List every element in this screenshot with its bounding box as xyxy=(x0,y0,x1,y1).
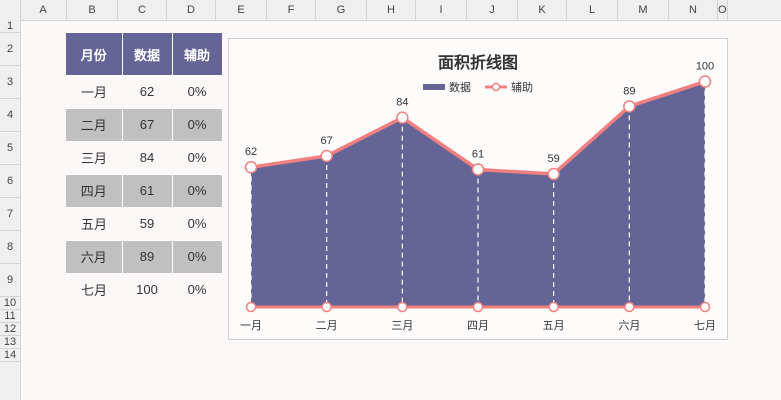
table-row: 六月 89 0% xyxy=(66,239,223,273)
x-tick-label: 三月 xyxy=(391,320,413,332)
column-header-a[interactable]: A xyxy=(20,0,67,20)
column-header-m[interactable]: M xyxy=(618,0,669,20)
column-header-n[interactable]: N xyxy=(669,0,718,20)
table-cell[interactable]: 100 xyxy=(122,273,172,306)
table-cell[interactable]: 67 xyxy=(122,107,173,141)
x-tick-label: 六月 xyxy=(618,319,640,332)
row-header-9[interactable]: 9 xyxy=(0,264,20,297)
table-cell[interactable]: 0% xyxy=(172,273,222,306)
data-label: 84 xyxy=(396,97,408,109)
table-row: 四月 61 0% xyxy=(66,173,223,207)
data-label: 100 xyxy=(696,61,714,73)
helper-point-marker xyxy=(321,301,332,313)
data-point-marker xyxy=(623,100,636,113)
row-header-12[interactable]: 12 xyxy=(0,323,20,336)
row-header-7[interactable]: 7 xyxy=(0,198,20,231)
table-cell[interactable]: 五月 xyxy=(66,207,122,240)
table-row: 七月 100 0% xyxy=(66,273,222,306)
data-label: 89 xyxy=(623,85,635,97)
table-cell[interactable]: 0% xyxy=(172,239,223,273)
row-header-6[interactable]: 6 xyxy=(0,165,20,198)
data-point-marker xyxy=(698,75,712,88)
helper-point-marker xyxy=(548,301,559,313)
column-header-h[interactable]: H xyxy=(367,0,416,20)
column-header-l[interactable]: L xyxy=(567,0,618,20)
helper-point-marker xyxy=(245,301,257,313)
column-header-e[interactable]: E xyxy=(216,0,267,20)
table-header-cell[interactable]: 辅助 xyxy=(172,33,223,75)
data-label: 62 xyxy=(245,146,257,158)
x-tick-label: 一月 xyxy=(240,320,262,332)
data-label: 59 xyxy=(548,153,560,165)
table-cell[interactable]: 59 xyxy=(122,207,172,240)
helper-point-marker xyxy=(624,301,635,313)
data-label: 67 xyxy=(321,135,333,147)
table-cell[interactable]: 六月 xyxy=(66,239,123,273)
column-header-c[interactable]: C xyxy=(118,0,167,20)
table-row: 五月 59 0% xyxy=(66,207,222,240)
table-cell[interactable]: 三月 xyxy=(66,141,122,174)
row-header-4[interactable]: 4 xyxy=(0,99,20,132)
data-point-marker xyxy=(244,160,258,174)
column-header-g[interactable]: G xyxy=(316,0,367,20)
column-header-i[interactable]: I xyxy=(416,0,467,20)
table-cell[interactable]: 0% xyxy=(172,141,222,174)
column-header-o[interactable]: O xyxy=(718,0,728,20)
x-tick-label: 四月 xyxy=(467,320,489,332)
data-table: 月份 数据 辅助 一月 62 0% 二月 67 0% 三月 84 0% 四月 61 0% 五月 59 0% 六月 89… xyxy=(66,33,223,306)
row-header-13[interactable]: 13 xyxy=(0,336,20,349)
column-header-bar: ABCDEFGHIJKLMNO xyxy=(0,0,781,21)
table-cell[interactable]: 四月 xyxy=(66,173,123,207)
helper-point-marker xyxy=(699,301,711,313)
table-row: 一月 62 0% xyxy=(66,75,222,108)
helper-point-marker xyxy=(397,301,408,313)
column-header-j[interactable]: J xyxy=(467,0,518,20)
row-header-1[interactable]: 1 xyxy=(0,20,20,33)
table-row: 二月 67 0% xyxy=(66,107,223,141)
column-header-d[interactable]: D xyxy=(167,0,216,20)
table-cell[interactable]: 0% xyxy=(172,207,222,240)
row-header-2[interactable]: 2 xyxy=(0,33,20,66)
x-tick-label: 二月 xyxy=(316,320,338,332)
table-cell[interactable]: 0% xyxy=(172,75,222,108)
table-header-cell[interactable]: 数据 xyxy=(122,33,173,75)
table-cell[interactable]: 89 xyxy=(122,239,173,273)
row-header-bar: 1 2 3 4 5 6 7 8 9 10 11 12 13 14 xyxy=(0,20,21,400)
data-point-marker xyxy=(320,149,333,163)
row-header-14[interactable]: 14 xyxy=(0,349,20,362)
chart-area[interactable]: 面积折线图 数据 辅助 62 67 84 61 59 89 100 一月 二月 三月 四月 五月 六月七… xyxy=(228,38,728,340)
helper-point-marker xyxy=(472,301,484,313)
row-header-5[interactable]: 5 xyxy=(0,132,20,165)
table-cell[interactable]: 二月 xyxy=(66,107,123,141)
table-row: 三月 84 0% xyxy=(66,141,222,174)
table-cell[interactable]: 七月 xyxy=(66,273,122,306)
table-cell[interactable]: 84 xyxy=(122,141,172,174)
x-tick-label: 五月 xyxy=(543,320,565,332)
column-header-b[interactable]: B xyxy=(67,0,118,20)
plot-svg: 62 67 84 61 59 89 100 一月 二月 三月 四月 五月 六月 七月 xyxy=(240,61,716,332)
table-header-cell[interactable]: 月份 xyxy=(66,33,123,75)
data-point-marker xyxy=(396,111,409,124)
x-tick-label: 七月 xyxy=(694,319,716,332)
table-cell[interactable]: 一月 xyxy=(66,75,122,108)
row-header-8[interactable]: 8 xyxy=(0,231,20,264)
table-cell[interactable]: 62 xyxy=(122,75,172,108)
table-cell[interactable]: 61 xyxy=(122,173,173,207)
data-point-marker xyxy=(547,167,560,181)
column-header-f[interactable]: F xyxy=(267,0,316,20)
row-header-10[interactable]: 10 xyxy=(0,297,20,310)
row-header-11[interactable]: 11 xyxy=(0,310,20,323)
data-label: 61 xyxy=(472,148,484,160)
select-all-corner[interactable] xyxy=(0,0,21,20)
table-cell[interactable]: 0% xyxy=(172,173,223,207)
column-header-k[interactable]: K xyxy=(518,0,567,20)
row-header-3[interactable]: 3 xyxy=(0,66,20,99)
table-cell[interactable]: 0% xyxy=(172,107,223,141)
data-point-marker xyxy=(471,163,485,176)
